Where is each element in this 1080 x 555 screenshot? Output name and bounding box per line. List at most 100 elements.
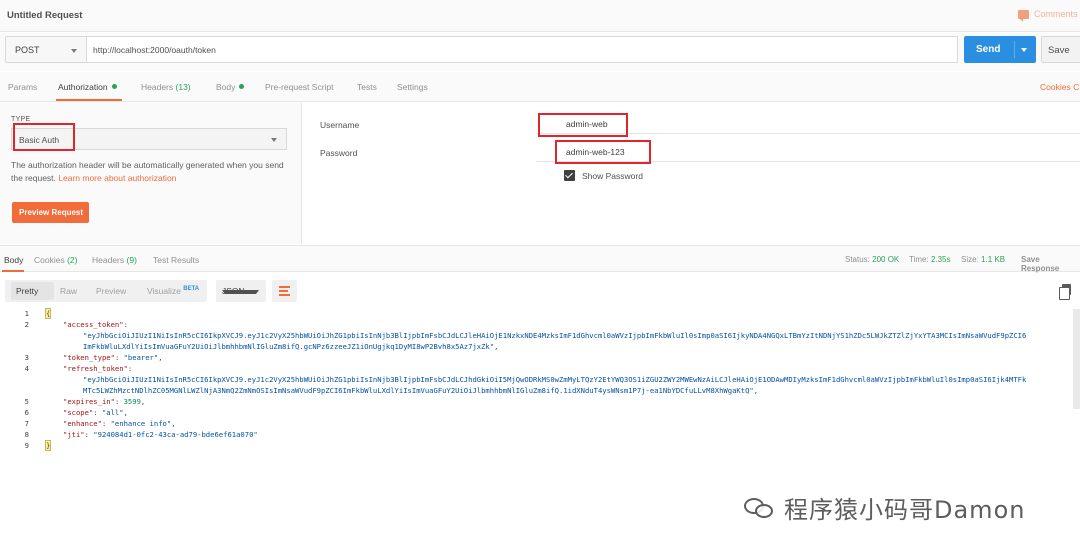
highlight-box: [538, 113, 628, 137]
code-line: "refresh_token":: [63, 364, 133, 373]
save-response-button[interactable]: Save Response: [1021, 255, 1080, 273]
url-bar: POST http://localhost:2000/oauth/token S…: [0, 33, 1080, 71]
save-button[interactable]: Save: [1041, 36, 1080, 63]
code-line: "jti": "924084d1-0fc2-43ca-ad79-bde6ef61…: [63, 430, 258, 439]
status-value: 200 OK: [872, 255, 900, 264]
size-readout: Size: 1.1 KB: [961, 255, 1005, 264]
code-line: MTc5LWZhMzctNDlhZC05MGNlLWZlNjA3NmQ2ZmNm…: [83, 386, 759, 395]
tab-label: Tests: [357, 82, 377, 92]
line-number: 7: [24, 419, 29, 428]
visualize-label: Visualize: [147, 286, 181, 296]
tab-authorization[interactable]: Authorization: [58, 82, 117, 92]
format-toggle: Pretty Raw Preview Visualize BETA: [5, 280, 207, 302]
time-label: Time:: [909, 255, 929, 264]
password-label: Password: [320, 148, 358, 158]
code-line: ImFkbWluLXdlYiIsImVuaGFuY2UiOiJlbmhhbmNl…: [83, 342, 499, 351]
response-tabs: Body Cookies (2) Headers (9) Test Result…: [0, 245, 1080, 273]
code-line: }: [44, 440, 52, 451]
response-toolbar: Pretty Raw Preview Visualize BETA JSON: [0, 273, 1080, 309]
line-number: 8: [24, 430, 29, 439]
tab-label: Headers: [141, 82, 174, 92]
scrollbar[interactable]: [1073, 309, 1080, 409]
code-line: {: [44, 308, 52, 319]
request-title[interactable]: Untitled Request: [7, 10, 82, 21]
auth-credentials-panel: Username admin-web Password admin-web-12…: [303, 103, 1080, 244]
url-value: http://localhost:2000/oauth/token: [93, 45, 216, 55]
send-button[interactable]: Send: [964, 36, 1036, 63]
tab-label: Body: [4, 255, 24, 265]
active-tab-underline: [2, 270, 24, 272]
tab-count: (13): [175, 82, 191, 92]
tab-test-results[interactable]: Test Results: [153, 255, 199, 265]
line-number: 2: [24, 320, 29, 329]
line-number: 9: [24, 441, 29, 450]
tab-body[interactable]: Body: [216, 82, 245, 92]
comments-label: Comments: [1034, 9, 1078, 19]
size-label: Size:: [961, 255, 979, 264]
beta-badge: BETA: [183, 286, 200, 292]
tab-count: (9): [126, 255, 137, 265]
code-line: "eyJhbGciOiJIUzI1NiIsInR5cCI6IkpXVCJ9.ey…: [83, 375, 1027, 384]
chevron-down-icon: [222, 290, 259, 294]
auth-type-panel: TYPE Basic Auth The authorization header…: [0, 103, 302, 244]
cookies-link-label: Cookies: [1040, 82, 1071, 92]
comment-icon: [1018, 9, 1029, 22]
show-password-checkbox[interactable]: [564, 170, 575, 181]
line-number: 5: [24, 397, 29, 406]
tab-params[interactable]: Params: [8, 82, 37, 92]
tab-response-cookies[interactable]: Cookies (2): [34, 255, 77, 265]
watermark-text: 程序猿小码哥Damon: [784, 496, 1026, 524]
active-dot-icon: [111, 84, 117, 89]
title-bar: Untitled Request Comments: [0, 0, 1080, 32]
status-readout: Status: 200 OK: [845, 255, 899, 264]
wrap-lines-button[interactable]: [272, 280, 297, 302]
auth-help-text: The authorization header will be automat…: [11, 159, 286, 185]
tab-label: Params: [8, 82, 38, 92]
wrap-icon-line: [279, 290, 288, 292]
code-line: "eyJhbGciOiJIUzI1NiIsInR5cCI6IkpXVCJ9.ey…: [83, 331, 1027, 340]
show-password-label: Show Password: [582, 171, 643, 181]
format-visualize[interactable]: Visualize BETA: [147, 286, 199, 296]
url-input[interactable]: http://localhost:2000/oauth/token: [86, 36, 958, 63]
username-label: Username: [320, 120, 360, 130]
tab-pre-request-script[interactable]: Pre-request Script: [265, 82, 334, 92]
line-number: 6: [24, 408, 29, 417]
tab-tests[interactable]: Tests: [357, 82, 377, 92]
wrap-icon: [279, 286, 290, 288]
status-label: Status:: [845, 255, 870, 264]
tab-response-headers[interactable]: Headers (9): [92, 255, 137, 265]
tab-label: Pre-request Script: [265, 82, 334, 92]
send-label: Send: [976, 44, 1001, 55]
tab-label: Cookies: [34, 255, 65, 265]
active-tab-underline: [56, 99, 122, 101]
code-line: "scope": "all",: [63, 408, 128, 417]
format-preview[interactable]: Preview: [96, 286, 126, 296]
watermark: 程序猿小码哥Damon: [742, 490, 1025, 525]
time-value: 2.35s: [930, 255, 951, 264]
comments-button[interactable]: Comments: [1018, 9, 1078, 22]
tab-label: Body: [216, 82, 236, 92]
save-label: Save: [1048, 45, 1070, 56]
learn-more-link[interactable]: Learn more about authorization: [58, 173, 176, 183]
format-raw[interactable]: Raw: [60, 286, 77, 296]
tab-label: Authorization: [58, 82, 108, 92]
send-options-chevron-icon[interactable]: [1021, 48, 1027, 52]
chevron-down-icon: [271, 138, 277, 142]
preview-request-button[interactable]: Preview Request: [12, 202, 89, 223]
tab-response-body[interactable]: Body: [4, 255, 23, 265]
code-line: "token_type": "bearer",: [63, 353, 163, 362]
line-number: 3: [24, 353, 29, 362]
cookies-link[interactable]: Cookies C: [1040, 82, 1079, 92]
copy-icon[interactable]: [1059, 284, 1071, 300]
tab-settings[interactable]: Settings: [397, 82, 428, 92]
size-value: 1.1 KB: [981, 255, 1006, 264]
language-select[interactable]: JSON: [216, 280, 266, 302]
wechat-icon: [742, 495, 776, 521]
chevron-down-icon: [71, 49, 77, 53]
tab-headers[interactable]: Headers (13): [141, 82, 191, 92]
type-label: TYPE: [11, 116, 31, 123]
line-number: 1: [24, 309, 29, 318]
method-select[interactable]: POST: [5, 36, 87, 63]
format-pretty[interactable]: Pretty: [16, 286, 38, 296]
tab-label: Test Results: [153, 255, 200, 265]
